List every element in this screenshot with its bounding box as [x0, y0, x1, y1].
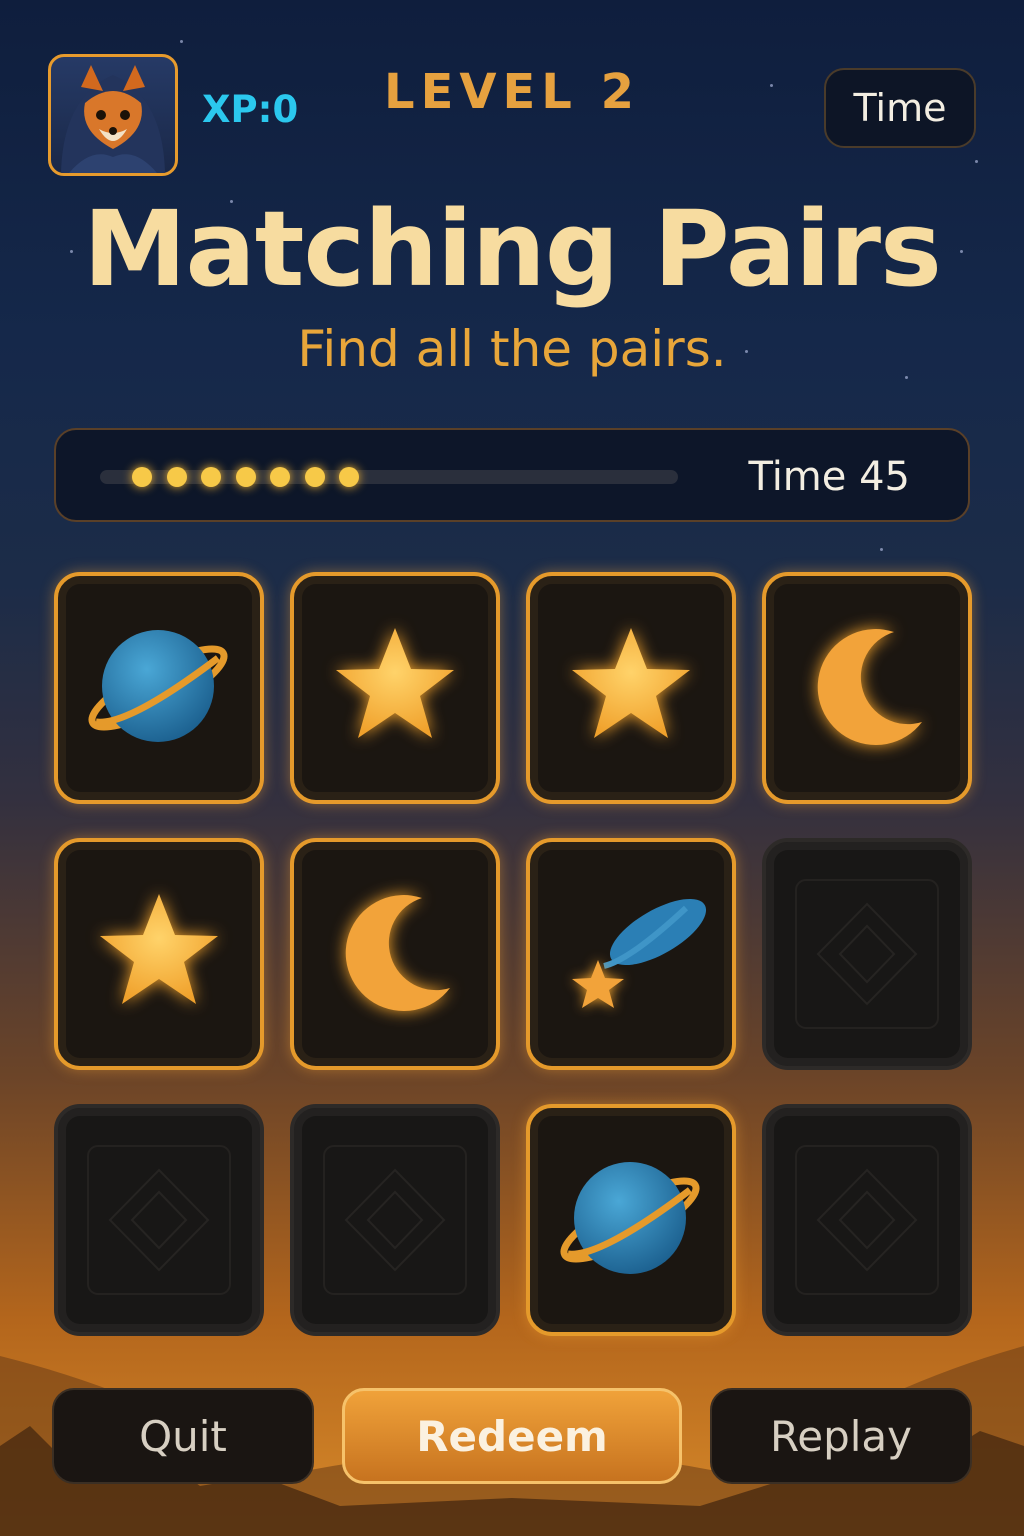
card-comet[interactable]: [526, 838, 736, 1070]
page-subtitle: Find all the pairs.: [297, 320, 727, 378]
card-moon[interactable]: [762, 572, 972, 804]
moon-icon: [817, 629, 922, 746]
card-back-icon: [87, 1145, 231, 1295]
progress-dot: [270, 467, 290, 487]
card-star[interactable]: [290, 572, 500, 804]
planet-icon: [560, 1162, 700, 1274]
progress-dot: [132, 467, 152, 487]
replay-button[interactable]: Replay: [710, 1388, 972, 1484]
progress-dot: [235, 467, 256, 487]
card-hidden[interactable]: [290, 1104, 500, 1336]
progress-panel: Time 45: [54, 428, 970, 522]
star-icon: [100, 894, 218, 1004]
card-hidden[interactable]: [762, 838, 972, 1070]
card-back-icon: [795, 879, 939, 1029]
card-star[interactable]: [54, 838, 264, 1070]
time-button[interactable]: Time: [824, 68, 976, 148]
card-planet[interactable]: [526, 1104, 736, 1336]
card-planet[interactable]: [54, 572, 264, 804]
timer-value: 45: [859, 454, 910, 500]
timer-label: Time: [748, 454, 847, 500]
card-moon[interactable]: [290, 838, 500, 1070]
progress-track: [100, 470, 678, 484]
card-hidden[interactable]: [762, 1104, 972, 1336]
moon-icon: [345, 895, 450, 1012]
progress-dot: [304, 467, 325, 487]
comet-icon: [572, 898, 707, 1008]
star-icon: [572, 628, 690, 738]
card-back-icon: [795, 1145, 939, 1295]
progress-dot: [166, 467, 187, 487]
redeem-button[interactable]: Redeem: [342, 1388, 682, 1484]
planet-icon: [88, 630, 228, 742]
page-title: Matching Pairs: [83, 188, 942, 310]
star-icon: [336, 628, 454, 738]
card-star[interactable]: [526, 572, 736, 804]
progress-dot: [339, 467, 359, 487]
quit-button[interactable]: Quit: [52, 1388, 314, 1484]
card-hidden[interactable]: [54, 1104, 264, 1336]
card-back-icon: [323, 1145, 467, 1295]
timer-readout: Time 45: [748, 454, 910, 500]
progress-dot: [201, 467, 221, 487]
